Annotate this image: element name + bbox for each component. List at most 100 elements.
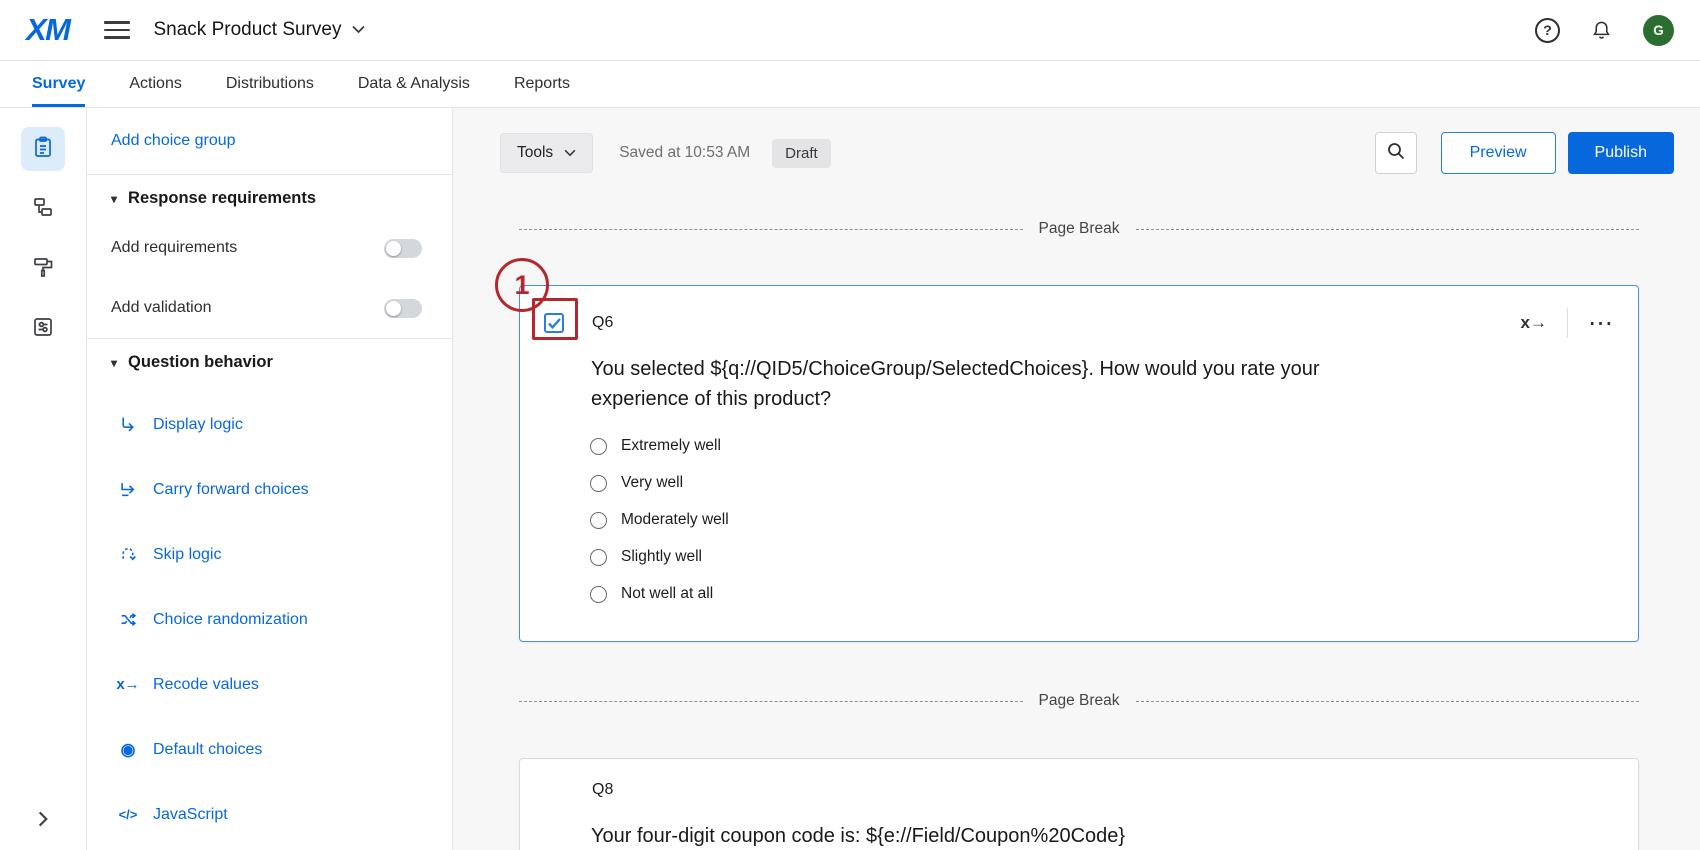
- caret-down-icon: ▾: [111, 357, 117, 369]
- add-choice-group-link[interactable]: Add choice group: [111, 132, 236, 150]
- paint-roller-icon: [31, 255, 55, 284]
- sidebar-expand-chevron-icon[interactable]: [36, 811, 50, 832]
- sliders-settings-icon: [31, 315, 55, 344]
- choice-list: Extremely well Very well Moderately well: [590, 432, 1638, 608]
- sidebar-item-label: Skip logic: [153, 546, 221, 564]
- rail-item-survey-flow[interactable]: [21, 187, 65, 231]
- top-header: XM Snack Product Survey ? G: [0, 0, 1700, 61]
- publish-button[interactable]: Publish: [1568, 132, 1674, 174]
- page-break: Page Break: [519, 220, 1639, 238]
- tab-survey[interactable]: Survey: [32, 61, 85, 107]
- toolbar-actions: Preview Publish: [1375, 132, 1674, 174]
- tools-label: Tools: [517, 144, 553, 162]
- saved-status-text: Saved at 10:53 AM: [619, 144, 750, 162]
- primary-nav-tabs: Survey Actions Distributions Data & Anal…: [0, 61, 1700, 108]
- sidebar-item-label: Default choices: [153, 741, 262, 759]
- caret-down-icon: ▾: [111, 193, 117, 205]
- left-icon-rail: [0, 108, 87, 850]
- tab-actions[interactable]: Actions: [129, 61, 181, 107]
- shuffle-icon: [118, 611, 138, 628]
- page-break: Page Break: [519, 692, 1639, 710]
- chevron-down-icon: [564, 144, 576, 162]
- recode-values-icon: x→: [118, 676, 138, 693]
- radio-button[interactable]: [590, 586, 607, 603]
- sidebar-item-choice-randomization[interactable]: Choice randomization: [87, 587, 452, 652]
- question-header: Q6 x→ ⋯: [520, 286, 1638, 338]
- avatar[interactable]: G: [1643, 15, 1674, 46]
- xm-logo[interactable]: XM: [26, 12, 70, 48]
- section-title: Question behavior: [128, 353, 273, 372]
- display-logic-icon: [118, 416, 138, 433]
- sidebar-item-display-logic[interactable]: Display logic: [87, 392, 452, 457]
- section-question-behavior[interactable]: ▾ Question behavior: [87, 339, 452, 382]
- clipboard-builder-icon: [31, 135, 55, 164]
- survey-title: Snack Product Survey: [154, 19, 342, 41]
- choice-label[interactable]: Slightly well: [621, 548, 702, 566]
- radio-button[interactable]: [590, 438, 607, 455]
- toggle-knob: [386, 301, 401, 316]
- question-select-checkbox[interactable]: [544, 313, 564, 333]
- choice-label[interactable]: Not well at all: [621, 585, 713, 603]
- editor-body: Add choice group ▾ Response requirements…: [0, 108, 1700, 850]
- question-edit-sidebar: Add choice group ▾ Response requirements…: [87, 108, 453, 850]
- choice-row: Not well at all: [590, 580, 1638, 608]
- question-card-q6[interactable]: 1 Q6 x→ ⋯ You selected ${q://QID5/C: [519, 285, 1639, 642]
- search-button[interactable]: [1375, 132, 1417, 174]
- sidebar-item-label: Carry forward choices: [153, 481, 309, 499]
- radio-button[interactable]: [590, 512, 607, 529]
- question-text[interactable]: You selected ${q://QID5/ChoiceGroup/Sele…: [591, 354, 1381, 414]
- more-options-icon[interactable]: ⋯: [1588, 318, 1614, 328]
- sidebar-item-label: JavaScript: [153, 806, 228, 824]
- preview-button[interactable]: Preview: [1441, 132, 1556, 174]
- question-card-q8[interactable]: Q8 Your four-digit coupon code is: ${e:/…: [519, 758, 1639, 850]
- tab-data-analysis[interactable]: Data & Analysis: [358, 61, 470, 107]
- radio-button[interactable]: [590, 475, 607, 492]
- question-list: Page Break 1 Q6 x→ ⋯: [519, 220, 1639, 850]
- recode-values-indicator-icon[interactable]: x→: [1521, 313, 1547, 333]
- page-break-label: Page Break: [1039, 692, 1120, 710]
- question-text[interactable]: Your four-digit coupon code is: ${e://Fi…: [591, 821, 1381, 850]
- rail-item-survey-options[interactable]: [21, 307, 65, 351]
- hamburger-menu-icon[interactable]: [104, 21, 130, 39]
- choice-row: Moderately well: [590, 506, 1638, 534]
- checkmark-icon: [548, 318, 561, 329]
- toggle-knob: [386, 241, 401, 256]
- tab-reports[interactable]: Reports: [514, 61, 570, 107]
- survey-canvas: Tools Saved at 10:53 AM Draft Preview Pu…: [453, 108, 1700, 850]
- sidebar-item-carry-forward-choices[interactable]: Carry forward choices: [87, 457, 452, 522]
- qualtrics-survey-editor: XM Snack Product Survey ? G Survey Actio…: [0, 0, 1700, 850]
- choice-label[interactable]: Very well: [621, 474, 683, 492]
- help-icon[interactable]: ?: [1535, 18, 1560, 43]
- toggle-label: Add validation: [111, 299, 212, 317]
- tab-distributions[interactable]: Distributions: [226, 61, 314, 107]
- sidebar-item-recode-values[interactable]: x→ Recode values: [87, 652, 452, 717]
- default-choice-radio-icon: ◉: [118, 740, 138, 760]
- canvas-toolbar: Tools Saved at 10:53 AM Draft Preview Pu…: [500, 132, 1674, 174]
- sidebar-item-label: Display logic: [153, 416, 243, 434]
- choice-label[interactable]: Extremely well: [621, 437, 721, 455]
- add-requirements-toggle[interactable]: [384, 239, 422, 258]
- add-validation-toggle[interactable]: [384, 299, 422, 318]
- search-icon: [1386, 141, 1406, 166]
- radio-button[interactable]: [590, 549, 607, 566]
- add-requirements-row: Add requirements: [87, 218, 452, 278]
- tools-dropdown-button[interactable]: Tools: [500, 133, 593, 173]
- chevron-down-icon: [352, 21, 365, 39]
- notifications-bell-icon[interactable]: [1590, 19, 1613, 42]
- survey-title-dropdown[interactable]: Snack Product Survey: [154, 19, 366, 41]
- section-title: Response requirements: [128, 189, 316, 208]
- question-header-actions: x→ ⋯: [1521, 308, 1614, 338]
- sidebar-item-label: Choice randomization: [153, 611, 308, 629]
- sidebar-item-javascript[interactable]: </> JavaScript: [87, 782, 452, 847]
- question-behavior-links: Display logic Carry forward choices Skip…: [87, 392, 452, 847]
- rail-item-survey-builder[interactable]: [21, 127, 65, 171]
- rail-item-look-and-feel[interactable]: [21, 247, 65, 291]
- question-header: Q8: [520, 759, 1638, 799]
- section-response-requirements[interactable]: ▾ Response requirements: [87, 175, 452, 218]
- question-id: Q8: [592, 781, 613, 799]
- sidebar-item-skip-logic[interactable]: Skip logic: [87, 522, 452, 587]
- choice-label[interactable]: Moderately well: [621, 511, 729, 529]
- choice-row: Slightly well: [590, 543, 1638, 571]
- choice-row: Extremely well: [590, 432, 1638, 460]
- sidebar-item-default-choices[interactable]: ◉ Default choices: [87, 717, 452, 782]
